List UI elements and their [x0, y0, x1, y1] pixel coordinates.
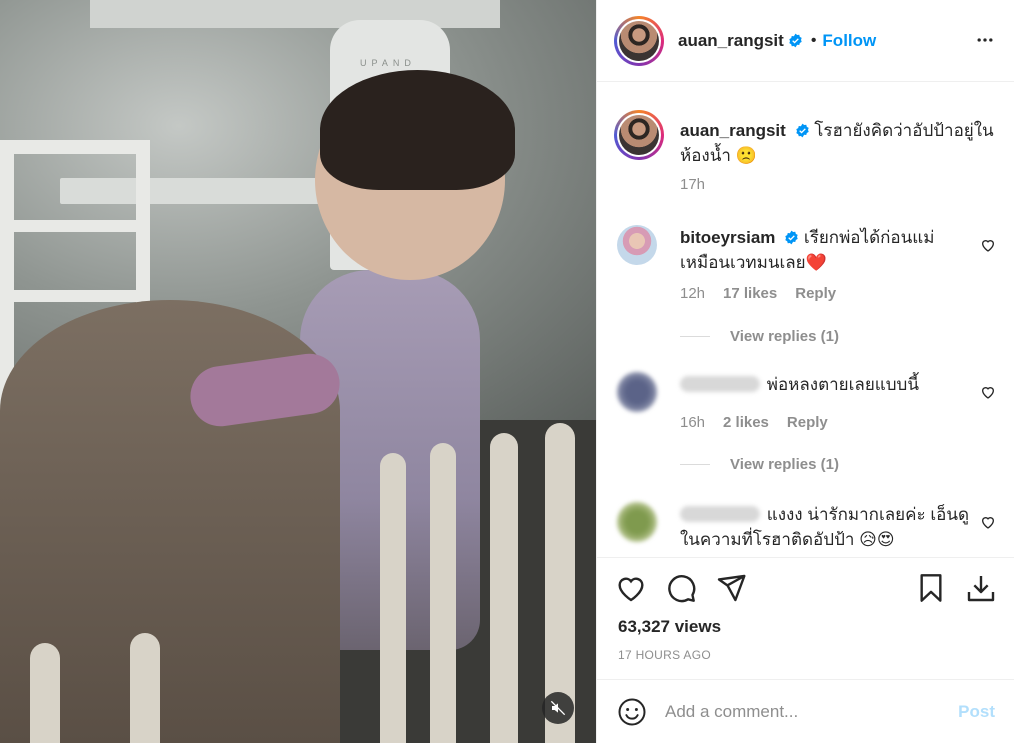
playpen-bar	[490, 433, 518, 743]
comment-text: แงงง น่ารักมากเลยค่ะ เอ็นดูในความที่โรฮา…	[680, 502, 970, 552]
caption-timestamp[interactable]: 17h	[680, 176, 705, 193]
commenter-avatar[interactable]	[617, 225, 657, 265]
view-replies-button[interactable]: View replies (1)	[680, 456, 839, 473]
reply-button[interactable]: Reply	[787, 414, 828, 431]
video-cabinet-brand: UPAND	[360, 58, 416, 68]
caption-username[interactable]: auan_rangsit	[680, 121, 786, 140]
playpen-bar	[30, 643, 60, 743]
comment-input[interactable]	[665, 701, 955, 722]
post-video[interactable]: UPAND	[0, 0, 596, 743]
heart-icon[interactable]	[980, 237, 996, 253]
comment-meta: 16h 2 likes Reply	[680, 414, 828, 431]
save-icon[interactable]	[915, 572, 947, 604]
verified-icon	[785, 230, 798, 245]
action-bar: 63,327 views 17 HOURS AGO	[597, 557, 1014, 677]
playpen-bar	[430, 443, 456, 743]
comment-icon[interactable]	[665, 572, 697, 604]
reply-button[interactable]: Reply	[795, 285, 836, 302]
post-date[interactable]: 17 HOURS AGO	[618, 648, 711, 662]
view-replies-button[interactable]: View replies (1)	[680, 328, 839, 345]
post-sidebar: auan_rangsit • Follow auan_rangsit โรฮาย…	[596, 0, 1014, 743]
view-replies-label: View replies (1)	[730, 328, 839, 345]
playpen-bar	[130, 633, 160, 743]
verified-icon	[795, 123, 809, 138]
avatar-image	[619, 115, 659, 155]
video-shelf-top	[90, 0, 500, 28]
add-comment-bar: Post	[597, 679, 1014, 743]
comment-likes[interactable]: 2 likes	[723, 414, 769, 431]
commenter-avatar[interactable]	[617, 502, 657, 542]
header-username[interactable]: auan_rangsit	[678, 31, 784, 51]
mute-button[interactable]	[542, 692, 574, 724]
heart-icon[interactable]	[980, 384, 996, 400]
video-child-hair	[320, 70, 515, 190]
comment-body: พ่อหลงตายเลยแบบนี้	[766, 375, 919, 394]
commenter-avatar[interactable]	[617, 372, 657, 412]
avatar[interactable]	[614, 15, 664, 66]
video-chair-rung	[0, 220, 150, 232]
more-icon[interactable]	[975, 30, 995, 50]
comment-time[interactable]: 12h	[680, 285, 705, 302]
commenter-username[interactable]: bitoeyrsiam	[680, 228, 775, 247]
comment-text: พ่อหลงตายเลยแบบนี้	[680, 372, 970, 397]
share-icon[interactable]	[715, 572, 747, 604]
heart-icon[interactable]	[615, 572, 647, 604]
verified-icon	[789, 33, 802, 48]
separator-dot: •	[810, 31, 817, 49]
emoji-icon[interactable]	[617, 697, 647, 727]
post-button[interactable]: Post	[958, 702, 995, 722]
playpen-bar	[380, 453, 406, 743]
comment-meta: 12h 17 likes Reply	[680, 285, 836, 302]
comment-likes[interactable]: 17 likes	[723, 285, 777, 302]
caption-text: auan_rangsit โรฮายังคิดว่าอัปป้าอยู่ในห้…	[680, 118, 1000, 168]
view-count[interactable]: 63,327 views	[618, 617, 721, 637]
commenter-username-blurred[interactable]	[680, 376, 760, 392]
view-replies-line	[680, 336, 710, 337]
download-icon[interactable]	[965, 572, 997, 604]
post-header: auan_rangsit • Follow	[597, 0, 1014, 82]
commenter-username-blurred[interactable]	[680, 506, 760, 522]
caption-avatar[interactable]	[614, 110, 664, 160]
follow-button[interactable]: Follow	[822, 31, 876, 51]
view-replies-line	[680, 464, 710, 465]
comment-text: bitoeyrsiam เรียกพ่อได้ก่อนแม่เหมือนเวทม…	[680, 225, 970, 275]
comments-list[interactable]: auan_rangsit โรฮายังคิดว่าอัปป้าอยู่ในห้…	[597, 83, 1014, 557]
heart-icon[interactable]	[980, 514, 996, 530]
comment-time[interactable]: 16h	[680, 414, 705, 431]
mute-icon	[550, 700, 566, 716]
view-replies-label: View replies (1)	[730, 456, 839, 473]
avatar-image	[619, 20, 659, 61]
